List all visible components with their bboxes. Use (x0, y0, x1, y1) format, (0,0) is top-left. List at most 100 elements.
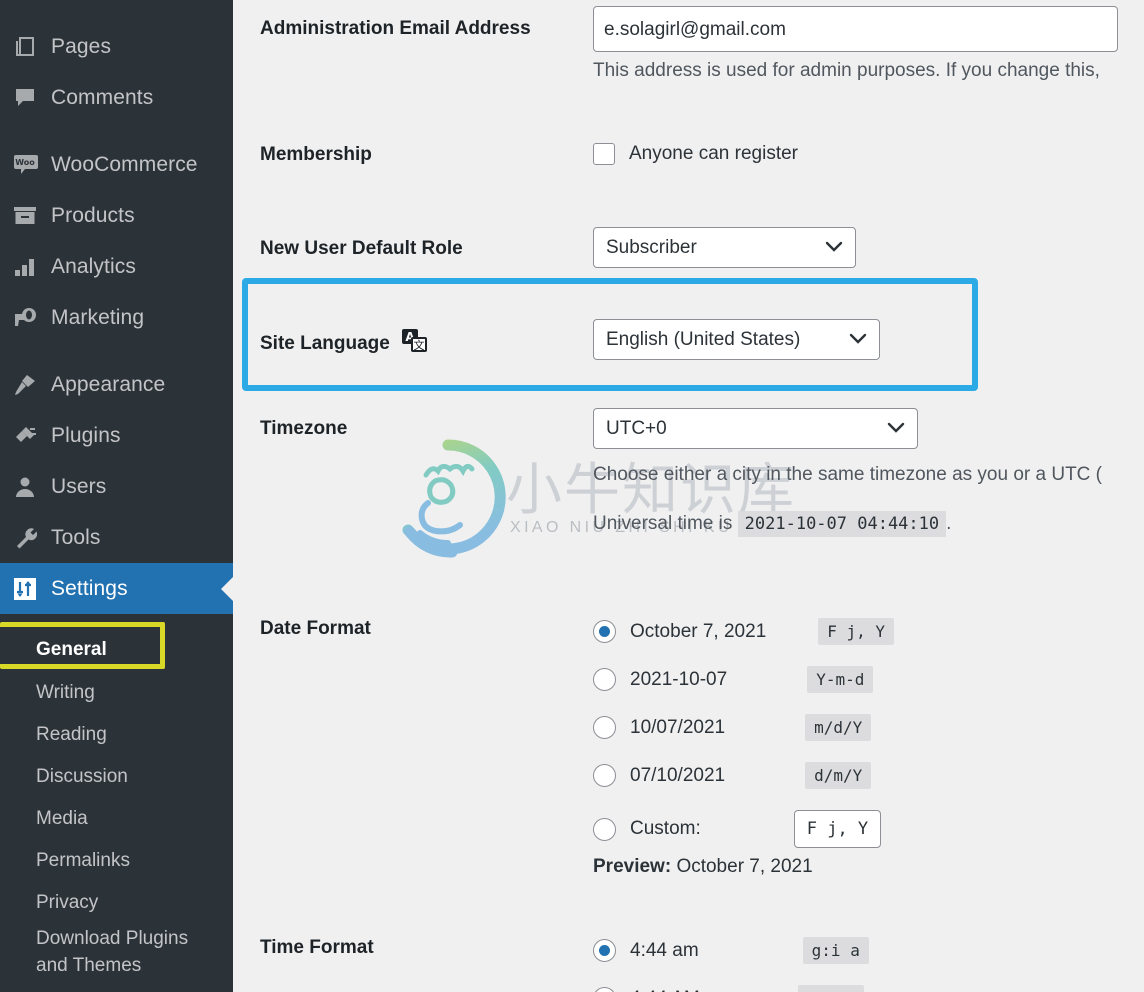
pages-icon (5, 30, 45, 64)
universal-time-prefix: Universal time is (593, 513, 733, 534)
membership-checkbox-row[interactable]: Anyone can register (593, 143, 798, 165)
sidebar-item-users[interactable]: Users (0, 461, 233, 512)
sidebar-subitem-permalinks[interactable]: Permalinks (0, 840, 233, 882)
date-format-preview: Preview: October 7, 2021 (593, 856, 813, 878)
sidebar-item-settings[interactable]: Settings (0, 563, 233, 614)
date-format-label-3: 10/07/2021 (630, 716, 726, 738)
date-format-custom-input[interactable]: F j, Y (793, 810, 882, 848)
field-label: Membership (260, 144, 372, 165)
date-format-radio-1[interactable] (593, 620, 616, 643)
sidebar-item-label: Plugins (51, 423, 121, 447)
field-membership: Membership (260, 144, 372, 166)
settings-form: Administration Email Address e.solagirl@… (233, 0, 1144, 992)
sidebar-item-analytics[interactable]: Analytics (0, 241, 233, 292)
description-text: This address is used for admin purposes.… (593, 60, 1100, 81)
field-timezone: Timezone (260, 418, 347, 440)
comments-icon (5, 81, 45, 115)
date-format-label-1: October 7, 2021 (630, 620, 767, 642)
sidebar-subitem-reading[interactable]: Reading (0, 714, 233, 756)
field-time-format: Time Format (260, 937, 374, 959)
sidebar-item-label: Tools (51, 525, 101, 549)
sidebar-item-products[interactable]: Products (0, 190, 233, 241)
sidebar-subitem-label: Privacy (36, 892, 99, 913)
sidebar-item-pages[interactable]: Pages (0, 21, 233, 72)
sidebar-subitem-label: Permalinks (36, 850, 130, 871)
universal-time-line: Universal time is 2021-10-07 04:44:10. (593, 511, 951, 537)
date-format-radio-3[interactable] (593, 716, 616, 739)
sidebar-subitem-privacy[interactable]: Privacy (0, 882, 233, 924)
field-label: Timezone (260, 418, 348, 439)
field-label: New User Default Role (260, 238, 463, 259)
date-format-radio-custom[interactable] (593, 817, 616, 841)
date-format-radio-2[interactable] (593, 668, 616, 691)
admin-email-description: This address is used for admin purposes.… (593, 60, 1100, 82)
date-format-code-4: d/m/Y (805, 762, 872, 789)
preview-value: October 7, 2021 (676, 856, 813, 877)
date-format-label-custom: Custom: (630, 818, 701, 839)
wordpress-admin-general-settings: Media Pages Comments Woo WooCommerce (0, 0, 1144, 992)
universal-time-value: 2021-10-07 04:44:10 (737, 511, 947, 537)
date-format-option-row[interactable]: 2021-10-07 Y-m-d (593, 666, 874, 693)
time-format-radio-1[interactable] (593, 939, 616, 962)
svg-text:Woo: Woo (15, 158, 35, 167)
anyone-can-register-checkbox[interactable] (593, 143, 615, 165)
sidebar-item-woocommerce[interactable]: Woo WooCommerce (0, 139, 233, 190)
timezone-description: Choose either a city in the same timezon… (593, 464, 1102, 486)
time-format-radio-2[interactable] (593, 987, 616, 992)
date-format-code-1: F j, Y (818, 618, 895, 645)
sidebar-item-label: Media (51, 0, 109, 2)
sidebar-subitem-discussion[interactable]: Discussion (0, 756, 233, 798)
sidebar-subitem-media[interactable]: Media (0, 798, 233, 840)
field-new-user-default-role: New User Default Role (260, 238, 463, 260)
time-format-code-2: g:i A (797, 985, 864, 992)
chevron-down-icon (849, 329, 867, 351)
sidebar-subitem-general[interactable]: General (0, 628, 233, 672)
sidebar-subitem-label: Download Plugins and Themes (36, 928, 189, 976)
sidebar-item-appearance[interactable]: Appearance (0, 359, 233, 410)
date-format-label-2: 2021-10-07 (630, 668, 728, 690)
users-icon (5, 470, 45, 504)
marketing-icon (5, 301, 45, 335)
sidebar-item-tools[interactable]: Tools (0, 512, 233, 563)
admin-email-value: e.solagirl@gmail.com (604, 19, 786, 40)
sidebar-subitem-label: Media (36, 808, 88, 829)
sidebar-subitem-label: Discussion (36, 766, 128, 787)
sidebar-item-comments[interactable]: Comments (0, 72, 233, 123)
sidebar-item-label: Marketing (51, 305, 145, 329)
sidebar-item-label: WooCommerce (51, 152, 198, 176)
preview-label: Preview: (593, 856, 672, 877)
date-format-option-row[interactable]: October 7, 2021 F j, Y (593, 618, 895, 645)
sidebar-subitem-writing[interactable]: Writing (0, 672, 233, 714)
new-user-default-role-value: Subscriber (606, 236, 697, 258)
chevron-down-icon (887, 418, 905, 440)
plugins-icon (5, 419, 45, 453)
date-format-option-row[interactable]: 10/07/2021 m/d/Y (593, 714, 872, 741)
new-user-default-role-select[interactable]: Subscriber (593, 227, 856, 268)
time-format-option-row[interactable]: 4:44 AM g:i A (593, 985, 864, 992)
date-format-option-row[interactable]: 07/10/2021 d/m/Y (593, 762, 872, 789)
date-format-custom-row[interactable]: Custom: F j, Y (593, 810, 882, 848)
field-administration-email: Administration Email Address (260, 18, 531, 40)
time-format-option-row[interactable]: 4:44 am g:i a (593, 937, 869, 964)
woocommerce-icon: Woo (5, 148, 45, 182)
timezone-value: UTC+0 (606, 417, 667, 439)
sidebar-item-marketing[interactable]: Marketing (0, 292, 233, 343)
analytics-icon (5, 250, 45, 284)
site-language-select[interactable]: English (United States) (593, 319, 880, 360)
timezone-select[interactable]: UTC+0 (593, 408, 918, 449)
sidebar-item-plugins[interactable]: Plugins (0, 410, 233, 461)
settings-submenu: General Writing Reading Discussion Media… (0, 624, 233, 980)
svg-text:文: 文 (414, 338, 425, 352)
date-format-radio-4[interactable] (593, 764, 616, 787)
sidebar-item-label: Comments (51, 85, 154, 109)
site-language-value: English (United States) (606, 328, 801, 350)
time-format-code-1: g:i a (802, 937, 869, 964)
field-site-language: Site Language A 文 (260, 329, 428, 358)
admin-email-input[interactable]: e.solagirl@gmail.com (593, 6, 1118, 52)
sidebar-item-media-top[interactable]: Media (0, 0, 233, 15)
settings-icon (5, 572, 45, 606)
sidebar-subitem-label: Reading (36, 724, 107, 745)
sidebar-item-label: Appearance (51, 372, 166, 396)
date-format-code-3: m/d/Y (805, 714, 872, 741)
sidebar-subitem-download-plugins-and-themes[interactable]: Download Plugins and Themes (0, 924, 233, 980)
